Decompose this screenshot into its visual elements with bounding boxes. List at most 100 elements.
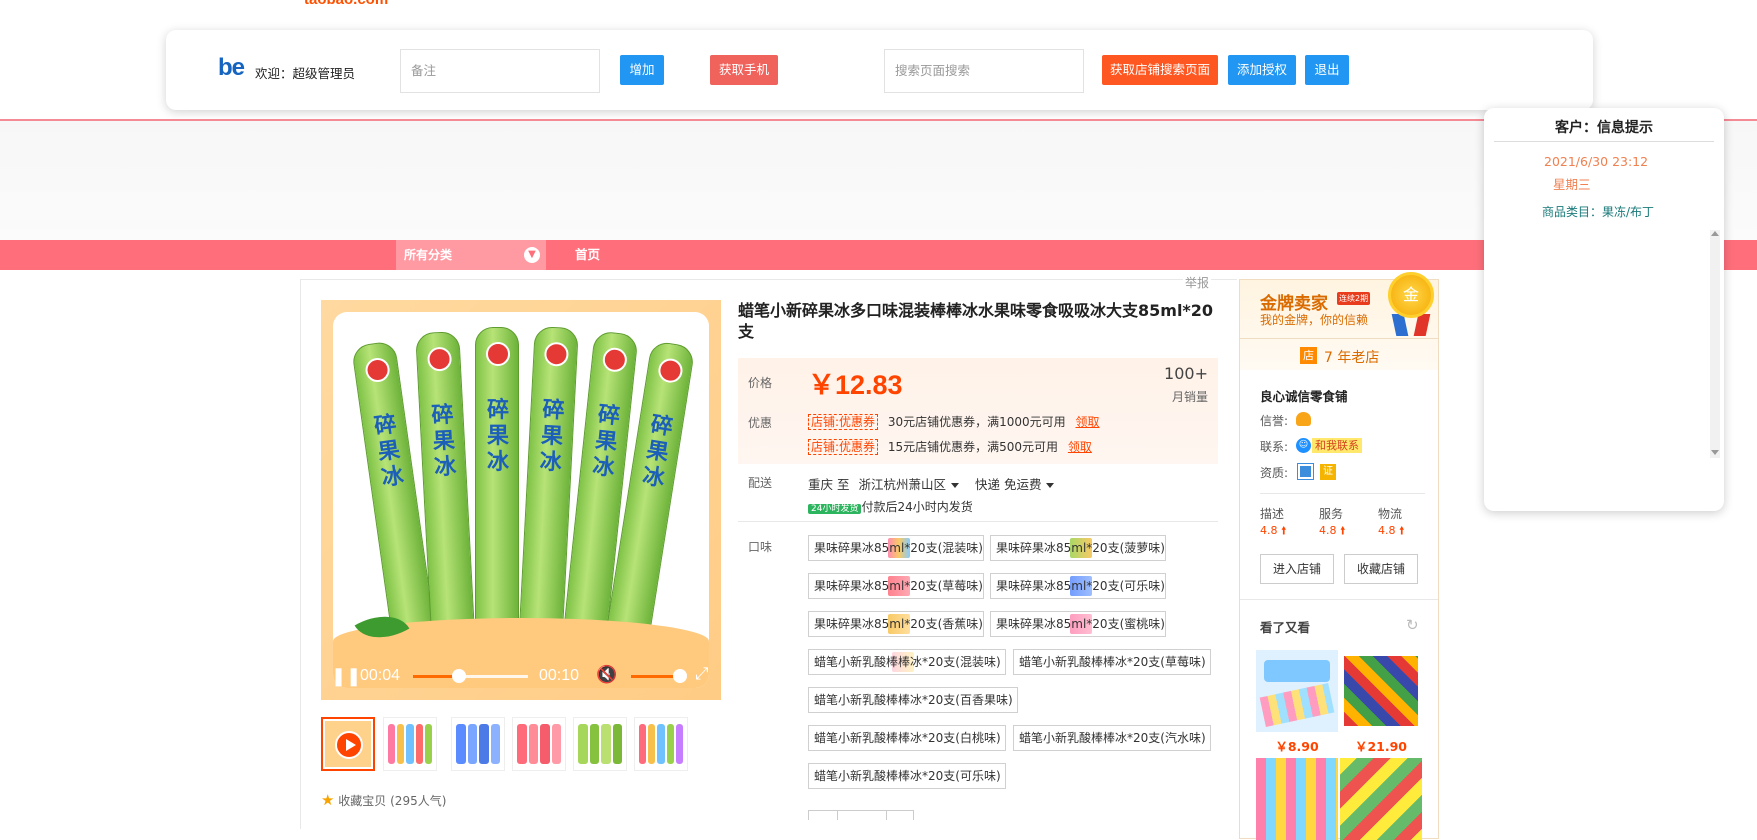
flavor-option[interactable]: 果味碎果冰85ml*20支(可乐味) [990, 573, 1166, 599]
ship-time-note: 24小时发货 付款后24小时内发货 [808, 498, 973, 515]
monthly-sales-count: 100+ [1164, 364, 1208, 383]
volume-handle[interactable] [673, 669, 687, 683]
shop-icon: 店 [1300, 347, 1317, 364]
credit-label: 信誉: [1260, 414, 1289, 428]
fullscreen-icon[interactable]: ⤢ [695, 664, 709, 684]
flavor-option[interactable]: 果味碎果冰85ml*20支(混装味) [808, 535, 984, 561]
scroll-down-icon[interactable] [1711, 450, 1719, 455]
refresh-icon[interactable]: ↻ [1406, 616, 1419, 634]
chat-icon: ☺ [1296, 438, 1311, 453]
thumbnail-image[interactable] [451, 717, 505, 771]
divider [738, 521, 1218, 522]
play-icon [335, 731, 363, 759]
thumbnail-image[interactable] [512, 717, 566, 771]
delivery-from-select[interactable]: 浙江杭州萧山区 [858, 477, 959, 492]
popup-weekday: 星期三 [1553, 177, 1591, 192]
report-link[interactable]: 举报 [1183, 274, 1212, 291]
shop-info-panel: 金牌卖家 连续2期 我的金牌，你的信赖 金 店 7 年老店 良心诚信零食铺 信誉… [1239, 272, 1439, 840]
arrow-up-icon: 🠙 [1281, 524, 1287, 537]
flavor-option[interactable]: 蜡笔小新乳酸棒棒冰*20支(白桃味) [808, 725, 1006, 751]
flavor-option[interactable]: 蜡笔小新乳酸棒棒冰*20支(百香果味) [808, 687, 1018, 713]
coupon-text: 15元店铺优惠券，满500元可用 [887, 440, 1059, 454]
claim-coupon-link[interactable]: 领取 [1068, 440, 1092, 454]
flavor-option[interactable]: 果味碎果冰85ml*20支(蜜桃味) [990, 611, 1166, 637]
video-controls: ❚❚ 00:04 00:10 🔇 ⤢ [321, 660, 721, 692]
delivery-info: 重庆 至 浙江杭州萧山区 快递 免运费 [808, 474, 1055, 493]
product-main-image[interactable]: 碎果冰 碎果冰 碎果冰 碎果冰 碎果冰 碎果冰 [321, 300, 721, 700]
volume-mute-icon[interactable]: 🔇 [596, 665, 617, 685]
taobao-logo-fragment: taobao.com [304, 0, 388, 8]
coupon-row: 店铺:优惠券 30元店铺优惠券，满1000元可用 领取 [808, 413, 1100, 430]
add-authorization-button[interactable]: 添加授权 [1228, 55, 1296, 85]
arrow-up-icon: 🠙 [1399, 524, 1405, 537]
get-phone-button[interactable]: 获取手机 [710, 55, 778, 85]
monthly-sales-label: 月销量 [1171, 390, 1208, 404]
quantity-increment[interactable] [886, 810, 914, 820]
favorite-label: 收藏宝贝 [338, 794, 387, 808]
favorite-item[interactable]: ★ 收藏宝贝 (295人气) [321, 791, 446, 809]
coupon-tag: 店铺:优惠券 [808, 439, 879, 455]
id-card-icon[interactable] [1297, 463, 1314, 480]
popup-scrollbar[interactable] [1710, 230, 1720, 458]
qualification-label: 资质: [1260, 466, 1289, 480]
promo-label: 优惠 [748, 416, 773, 430]
flavor-option[interactable]: 果味碎果冰85ml*20支(香蕉味) [808, 611, 984, 637]
recommend-item-image[interactable] [1256, 650, 1338, 732]
shop-name[interactable]: 良心诚信零食铺 [1260, 386, 1348, 405]
flavor-option[interactable]: 蜡笔小新乳酸棒棒冰*20支(可乐味) [808, 763, 1006, 789]
score-logistics: 物流 4.8 🠙 [1378, 507, 1405, 537]
credit-row: 信誉: [1260, 412, 1311, 429]
quantity-decrement[interactable] [808, 810, 838, 820]
note-input[interactable]: 备注 [400, 49, 600, 93]
flavor-option[interactable]: 果味碎果冰85ml*20支(草莓味) [808, 573, 984, 599]
get-shop-search-page-button[interactable]: 获取店铺搜索页面 [1102, 55, 1218, 85]
score-description: 描述 4.8 🠙 [1260, 507, 1287, 537]
recommend-item-price: ￥8.90 [1275, 739, 1319, 754]
popup-title: 客户：信息提示 [1555, 120, 1653, 136]
scroll-up-icon[interactable] [1711, 231, 1719, 236]
contact-seller-button[interactable]: 和我联系 [1312, 438, 1362, 453]
thumbnail-image[interactable] [634, 717, 688, 771]
claim-coupon-link[interactable]: 领取 [1076, 415, 1100, 429]
flavor-option[interactable]: 蜡笔小新乳酸棒棒冰*20支(汽水味) [1013, 725, 1211, 751]
product-price: ￥12.83 [808, 370, 903, 400]
pause-icon[interactable]: ❚❚ [331, 666, 361, 687]
delivery-to: 重庆 至 [808, 477, 850, 492]
all-categories-label: 所有分类 [404, 248, 453, 262]
favorite-shop-button[interactable]: 收藏店铺 [1344, 554, 1418, 584]
coupon-text: 30元店铺优惠券，满1000元可用 [887, 415, 1066, 429]
thumbnail-image[interactable] [383, 717, 437, 771]
add-button[interactable]: 增加 [620, 55, 664, 85]
recommend-item-image[interactable] [1340, 758, 1422, 840]
recommend-item-price: ￥21.90 [1354, 739, 1408, 754]
quantity-input[interactable] [837, 810, 887, 820]
all-categories-menu[interactable]: 所有分类 ▼ [396, 240, 546, 270]
product-video[interactable]: 碎果冰 碎果冰 碎果冰 碎果冰 碎果冰 碎果冰 [333, 312, 709, 688]
divider [1240, 599, 1438, 600]
enter-shop-button[interactable]: 进入店铺 [1260, 554, 1334, 584]
score-service: 服务 4.8 🠙 [1319, 507, 1346, 537]
24h-badge: 24小时发货 [808, 504, 862, 514]
nav-home-link[interactable]: 首页 [575, 240, 600, 270]
dropdown-arrow-icon [1046, 483, 1055, 488]
shipping-select[interactable]: 快递 免运费 [975, 477, 1055, 492]
customer-info-popup: 客户：信息提示 2021/6/30 23:12 星期三 商品类目：果冻/布丁 [1484, 108, 1724, 511]
coupon-row: 店铺:优惠券 15元店铺优惠券，满500元可用 领取 [808, 438, 1092, 455]
gold-medal-icon: 金 [1388, 272, 1434, 318]
flavor-option[interactable]: 果味碎果冰85ml*20支(菠萝味) [990, 535, 1166, 561]
recommend-item-image[interactable] [1340, 650, 1422, 732]
thumbnail-video[interactable] [321, 717, 375, 771]
favorite-count: (295人气) [390, 794, 447, 808]
popup-category: 商品类目：果冻/布丁 [1542, 205, 1655, 219]
certificate-badge[interactable]: 证 [1320, 464, 1336, 480]
logout-button[interactable]: 退出 [1305, 55, 1349, 85]
arrow-up-icon: 🠙 [1340, 524, 1346, 537]
video-progress-handle[interactable] [452, 669, 466, 683]
recommend-item-image[interactable] [1256, 758, 1338, 840]
product-title: 蜡笔小新碎果冰多口味混装棒棒冰水果味零食吸吸冰大支85ml*20支 [738, 301, 1214, 341]
flavor-option[interactable]: 蜡笔小新乳酸棒棒冰*20支(草莓味) [1013, 649, 1211, 675]
thumbnail-image[interactable] [573, 717, 627, 771]
page-search-input[interactable]: 搜索页面搜索 [884, 49, 1084, 93]
shop-age: 7 年老店 [1324, 350, 1380, 366]
flavor-option[interactable]: 蜡笔小新乳酸棒棒冰*20支(混装味) [808, 649, 1006, 675]
